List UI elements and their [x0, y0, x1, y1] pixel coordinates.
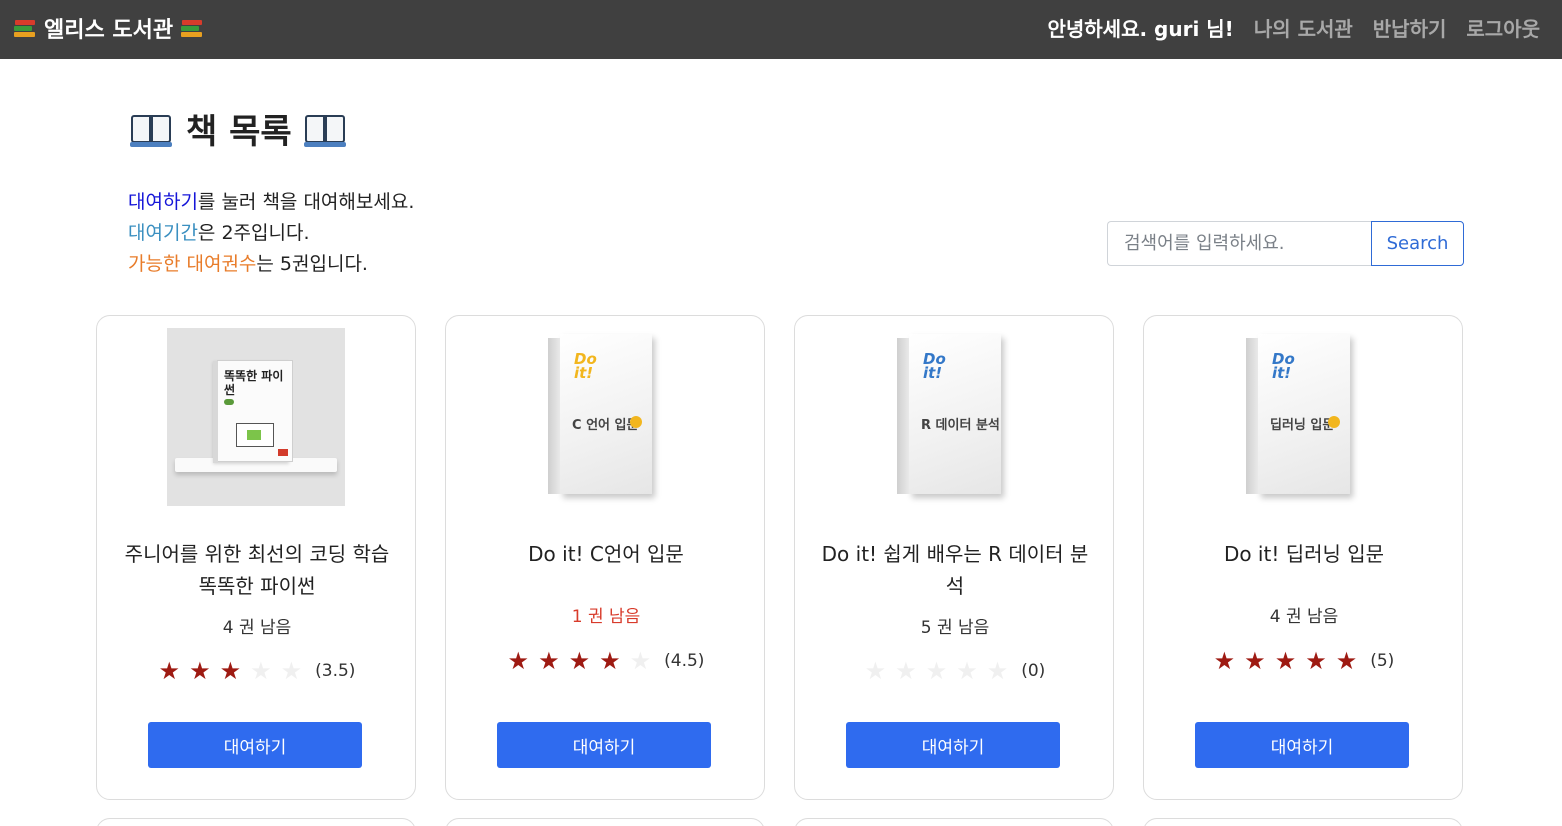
brand-link[interactable]: 엘리스 도서관 [14, 12, 203, 44]
info-line-2: 대여기간은 2주입니다. [128, 218, 414, 249]
book-cover[interactable]: Do it! 딥러닝 입문 [1214, 328, 1392, 506]
star-icon: ★ [568, 647, 591, 675]
star-icon: ★ [1335, 647, 1358, 675]
info-text: 은 2주입니다. [197, 222, 310, 244]
book-card-partial [445, 818, 765, 826]
rent-button[interactable]: 대여하기 [497, 722, 711, 768]
book-title[interactable]: Do it! C언어 입문 [466, 538, 746, 570]
open-book-icon [303, 111, 348, 147]
book-title[interactable]: Do it! 쉽게 배우는 R 데이터 분석 [815, 538, 1095, 602]
star-rating: ★ ★ ★ ★ ★ (3.5) [97, 659, 417, 683]
book-card-partial [794, 818, 1114, 826]
star-icon: ★ [250, 657, 272, 685]
remaining-count: 4 권 남음 [1269, 607, 1339, 627]
info-line-1: 대여하기를 눌러 책을 대여해보세요. [128, 187, 414, 218]
remaining-count: 1 권 남음 [571, 607, 641, 627]
book-title[interactable]: Do it! 딥러닝 입문 [1164, 538, 1444, 570]
star-icon: ★ [158, 657, 181, 685]
brand-label: 엘리스 도서관 [44, 18, 174, 43]
star-rating: ★ ★ ★ ★ ★ (5) [1144, 649, 1464, 673]
open-book-icon [130, 111, 174, 147]
cover-title: 딥러닝 입문 [1270, 418, 1335, 433]
page-title: 책 목록 [130, 104, 348, 153]
search-form: Search [1107, 221, 1464, 266]
star-icon: ★ [219, 657, 242, 685]
info-line-3: 가능한 대여권수는 5권입니다. [128, 249, 414, 280]
book-title[interactable]: 주니어를 위한 최선의 코딩 학습 똑똑한 파이썬 [117, 538, 397, 602]
star-icon: ★ [538, 647, 560, 675]
book-cover-image: Do it! C 언어 입문 [548, 334, 652, 494]
book-cover[interactable]: Do it! R 데이터 분석 [865, 328, 1043, 506]
nav-return[interactable]: 반납하기 [1373, 13, 1447, 42]
books-icon [14, 17, 36, 39]
cover-logo: Do it! [923, 350, 946, 382]
rent-button[interactable]: 대여하기 [1195, 722, 1409, 768]
book-card: Do it! C 언어 입문 Do it! C언어 입문 1 권 남음 ★ ★ ★… [445, 315, 765, 800]
cover-title: 똑똑한 파이썬 [224, 369, 284, 397]
star-icon: ★ [895, 657, 917, 685]
info-highlight-period: 대여기간 [128, 222, 198, 244]
book-cover[interactable]: 똑똑한 파이썬 [167, 328, 345, 506]
search-input[interactable] [1107, 221, 1371, 266]
book-card-partial [96, 818, 416, 826]
book-cover-image: 똑똑한 파이썬 [213, 360, 293, 463]
star-icon: ★ [629, 647, 652, 675]
rating-score: (4.5) [664, 651, 705, 671]
star-icon: ★ [280, 657, 303, 685]
rent-button[interactable]: 대여하기 [846, 722, 1060, 768]
star-icon: ★ [956, 657, 978, 685]
star-icon: ★ [1244, 647, 1266, 675]
star-icon: ★ [1274, 647, 1297, 675]
cover-logo: Do it! [1272, 350, 1295, 382]
star-icon: ★ [925, 657, 948, 685]
book-card: 똑똑한 파이썬 주니어를 위한 최선의 코딩 학습 똑똑한 파이썬 4 권 남음… [96, 315, 416, 800]
star-icon: ★ [1213, 647, 1236, 675]
info-highlight-limit: 가능한 대여권수 [128, 253, 257, 275]
rental-info: 대여하기를 눌러 책을 대여해보세요. 대여기간은 2주입니다. 가능한 대여권… [128, 187, 414, 280]
nav-logout[interactable]: 로그아웃 [1466, 13, 1540, 42]
remaining-count: 5 권 남음 [920, 618, 990, 638]
nav-menu: 안녕하세요. guri 님! 나의 도서관 반납하기 로그아웃 [1047, 13, 1540, 42]
star-rating: ★ ★ ★ ★ ★ (4.5) [446, 649, 766, 673]
rating-score: (0) [1021, 661, 1046, 681]
book-cover[interactable]: Do it! C 언어 입문 [516, 328, 694, 506]
cover-title: C 언어 입문 [572, 418, 639, 433]
book-cover-image: Do it! R 데이터 분석 [897, 334, 1001, 494]
book-card: Do it! 딥러닝 입문 Do it! 딥러닝 입문 4 권 남음 ★ ★ ★ … [1143, 315, 1463, 800]
info-text: 는 5권입니다. [256, 253, 368, 275]
greeting-text: 안녕하세요. guri 님! [1047, 17, 1234, 41]
cover-logo: Do it! [574, 350, 597, 382]
remaining-count: 4 권 남음 [222, 618, 292, 638]
star-icon: ★ [1305, 647, 1327, 675]
book-card-partial [1143, 818, 1463, 826]
star-icon: ★ [189, 657, 211, 685]
star-icon: ★ [599, 647, 621, 675]
book-card: Do it! R 데이터 분석 Do it! 쉽게 배우는 R 데이터 분석 5 … [794, 315, 1114, 800]
star-icon: ★ [864, 657, 887, 685]
star-rating: ★ ★ ★ ★ ★ (0) [795, 659, 1115, 683]
page-title-text: 책 목록 [186, 112, 292, 152]
rent-button[interactable]: 대여하기 [148, 722, 362, 768]
nav-my-library[interactable]: 나의 도서관 [1254, 13, 1353, 42]
info-text: 를 눌러 책을 대여해보세요. [197, 191, 415, 213]
book-cover-image: Do it! 딥러닝 입문 [1246, 334, 1350, 494]
books-icon [181, 17, 203, 39]
star-icon: ★ [986, 657, 1009, 685]
rating-score: (3.5) [315, 661, 356, 681]
rating-score: (5) [1370, 651, 1395, 671]
star-icon: ★ [507, 647, 530, 675]
info-highlight-rent: 대여하기 [128, 191, 198, 213]
navbar: 엘리스 도서관 안녕하세요. guri 님! 나의 도서관 반납하기 로그아웃 [0, 0, 1562, 59]
cover-title: R 데이터 분석 [921, 418, 1000, 433]
search-button[interactable]: Search [1371, 221, 1464, 266]
